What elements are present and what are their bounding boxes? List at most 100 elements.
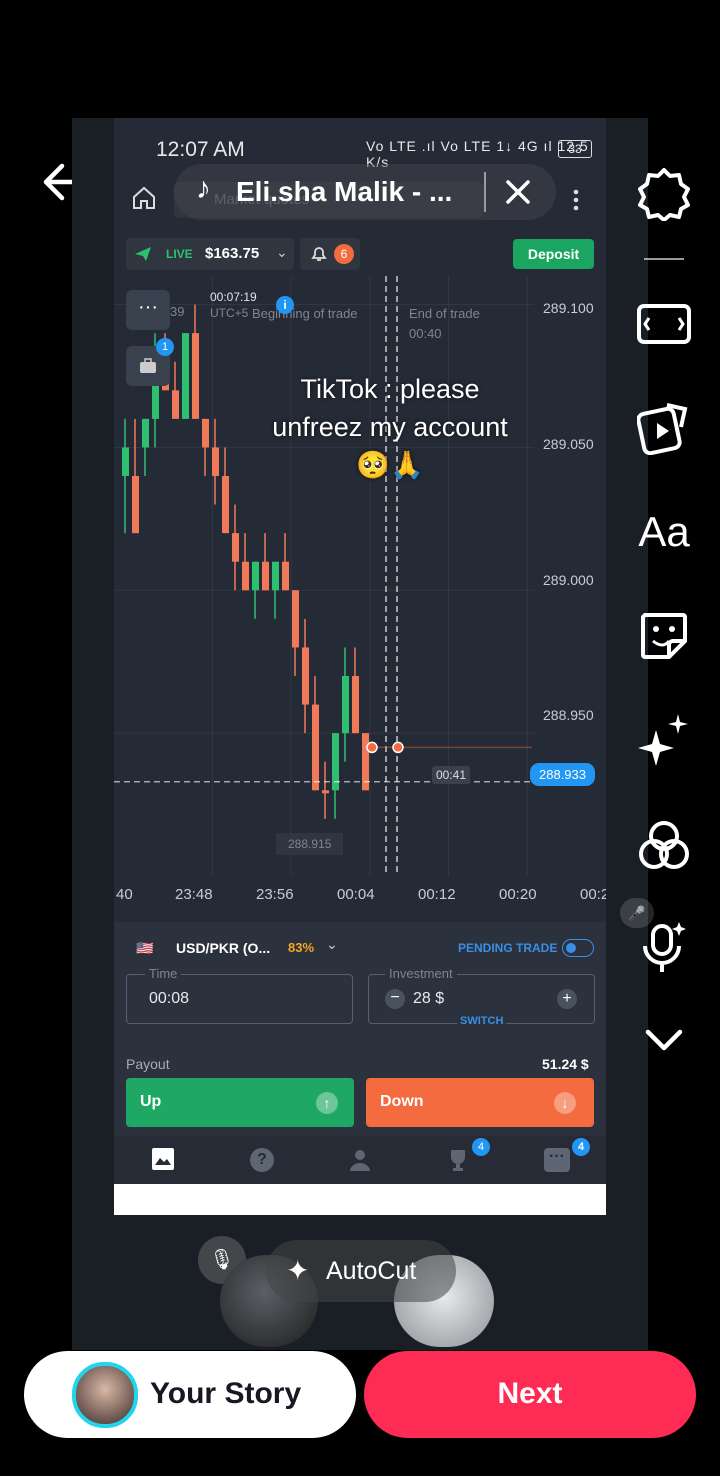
chat-badge: 4 [572, 1138, 590, 1156]
payout-percent: 83% [288, 940, 315, 955]
aspect-ratio-button[interactable] [636, 296, 692, 352]
close-icon[interactable] [504, 178, 532, 206]
more-vert-icon[interactable] [570, 188, 582, 212]
utc-label: UTC+5 [210, 306, 249, 320]
chart-menu-button[interactable]: ··· [126, 290, 170, 330]
caption-text[interactable]: TikTok : please unfreez my account 🥺🙏 [240, 370, 540, 484]
price-tick: 289.000 [543, 572, 594, 588]
down-button[interactable]: Down ↓ [366, 1078, 594, 1127]
candle-body [272, 561, 279, 591]
pending-trade-toggle[interactable] [562, 939, 594, 957]
music-title: Eli.sha Malik - ... [236, 176, 453, 207]
profile-tab-icon[interactable] [348, 1148, 372, 1172]
text-button[interactable]: Aa [636, 504, 692, 560]
candle-body [312, 704, 319, 791]
voice-effects-button[interactable] [636, 920, 692, 976]
investment-field-label: Investment [385, 966, 457, 981]
sticker-icon [641, 613, 687, 659]
low-price-label: 288.915 [276, 833, 344, 855]
time-tick: 00:04 [337, 886, 375, 903]
music-note-icon: ♪ [196, 172, 211, 205]
chevron-down-icon [645, 1029, 683, 1051]
your-story-button[interactable]: Your Story [24, 1351, 356, 1438]
account-selector[interactable]: LIVE $163.75 ⌄ [126, 238, 294, 270]
investment-field[interactable]: Investment − 28 $ + SWITCH [368, 966, 595, 1027]
trade-panel: 🇺🇸 USD/PKR (O... 83% ⌄ PENDING TRADE Tim… [114, 922, 606, 1144]
notification-badge: 6 [334, 244, 354, 264]
trophy-tab-icon[interactable]: 4 [446, 1138, 490, 1172]
app-bottom-nav: ? 4 ··· 4 [114, 1136, 606, 1184]
time-axis: 40 23:48 23:56 00:04 00:12 00:20 00:2 [114, 886, 606, 910]
text-aa-icon: Aa [638, 508, 690, 555]
candle-body [342, 676, 349, 734]
trade-entry-marker [366, 741, 378, 754]
time-field[interactable]: Time 00:08 [126, 966, 353, 1024]
time-tick: 00:12 [418, 886, 456, 903]
caption-line-1: TikTok : please [300, 374, 480, 404]
candle-body [182, 333, 189, 419]
candle-body [212, 447, 219, 476]
home-icon[interactable] [130, 184, 158, 212]
left-clip-label: 39 [170, 304, 185, 319]
play-card-icon [637, 403, 688, 455]
candle-body [352, 676, 359, 734]
autocut-button[interactable]: ✦ AutoCut [266, 1240, 456, 1302]
time-tick: 00:2 [580, 886, 606, 903]
time-field-label: Time [145, 966, 182, 981]
candle-body [222, 476, 229, 534]
info-icon[interactable]: i [276, 296, 294, 314]
candle-body [232, 533, 239, 562]
asset-pair[interactable]: USD/PKR (O... [176, 940, 270, 956]
pending-trade-label: PENDING TRADE [458, 941, 558, 955]
begin-trade-label: Beginning of trade [252, 306, 358, 321]
chart-tab-icon[interactable] [152, 1148, 174, 1170]
up-label: Up [140, 1093, 162, 1110]
effects-button[interactable] [636, 712, 692, 768]
plus-icon[interactable]: + [557, 989, 577, 1009]
battery-icon: 33 [558, 140, 592, 158]
candle-body [252, 561, 259, 591]
end-trade-time: 00:40 [409, 326, 442, 341]
candle-body [172, 390, 179, 419]
settings-button[interactable] [636, 166, 692, 222]
account-mode: LIVE [166, 247, 193, 261]
candle-body [262, 561, 269, 591]
next-button[interactable]: Next [364, 1351, 696, 1438]
time-field-value: 00:08 [149, 990, 190, 1007]
bell-icon [311, 247, 327, 261]
chevron-down-icon: ⌄ [276, 244, 288, 260]
candle-body [122, 447, 129, 476]
switch-label[interactable]: SWITCH [457, 1015, 507, 1027]
chevron-down-icon[interactable]: ⌄ [326, 936, 338, 953]
avatar [72, 1362, 138, 1428]
portfolio-button[interactable]: 1 [126, 338, 174, 386]
expand-tools-button[interactable] [636, 1012, 692, 1068]
candle-body [202, 418, 209, 448]
screenshot-content: 12:07 AM Vo LTE .ıl Vo LTE 1↓ 4G ıl 12.5… [114, 118, 606, 1215]
chat-tab-icon[interactable]: ··· 4 [544, 1138, 590, 1172]
price-tick: 288.950 [543, 707, 594, 723]
payout-value: 51.24 $ [542, 1056, 589, 1072]
filters-button[interactable] [636, 818, 692, 874]
minus-icon[interactable]: − [385, 989, 405, 1009]
time-tick: 40 [116, 886, 133, 903]
arrow-up-icon: ↑ [316, 1092, 338, 1114]
sticker-button[interactable] [636, 608, 692, 664]
templates-button[interactable] [636, 400, 692, 456]
toolbar-divider [644, 258, 684, 260]
music-bar[interactable]: ♪ Eli.sha Malik - ... [174, 164, 556, 220]
caption-line-2: unfreez my account [272, 412, 508, 442]
mic-sparkle-icon [643, 922, 686, 972]
notifications-button[interactable]: 6 [300, 238, 360, 270]
resize-icon [637, 304, 691, 344]
time-tick: 23:48 [175, 886, 213, 903]
help-tab-icon[interactable]: ? [250, 1148, 274, 1172]
countdown-label: 00:41 [432, 766, 471, 784]
your-story-label: Your Story [150, 1377, 302, 1410]
flag-icon: 🇺🇸 [136, 940, 154, 956]
deposit-button[interactable]: Deposit [513, 239, 594, 269]
price-tick: 289.100 [543, 300, 594, 316]
price-tick: 289.050 [543, 436, 594, 452]
investment-value: 28 $ [413, 990, 445, 1007]
up-button[interactable]: Up ↑ [126, 1078, 354, 1127]
